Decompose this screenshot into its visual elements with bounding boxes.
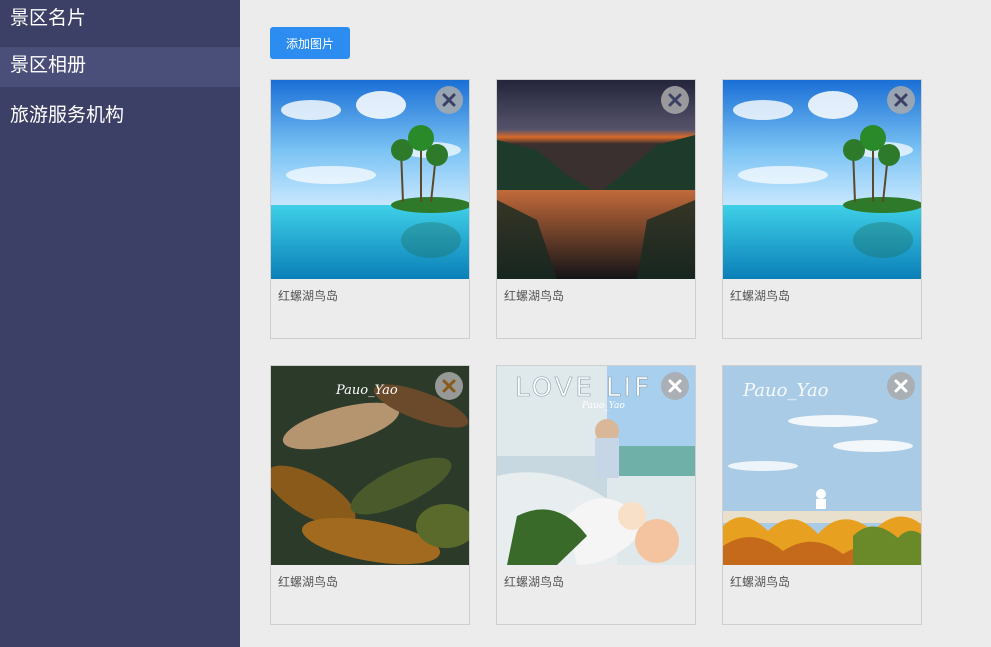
artwork-signature: Pauo_Yao — [742, 380, 829, 401]
delete-button[interactable] — [435, 372, 463, 400]
photo-card[interactable]: LOVE LIF Pauo_Yao 红螺湖鸟岛 — [496, 365, 696, 625]
sidebar-item-scenic-album[interactable]: 景区相册 — [0, 47, 240, 87]
sidebar-item-scenic-card[interactable]: 景区名片 — [0, 0, 240, 47]
sidebar-item-travel-service[interactable]: 旅游服务机构 — [0, 97, 240, 137]
photo-thumbnail[interactable]: Pauo_Yao — [271, 366, 469, 565]
photo-thumbnail[interactable] — [723, 80, 921, 279]
close-icon — [894, 379, 908, 393]
photo-caption: 红螺湖鸟岛 — [504, 575, 565, 589]
photo-caption: 红螺湖鸟岛 — [278, 289, 339, 303]
close-icon — [668, 379, 682, 393]
delete-button[interactable] — [887, 372, 915, 400]
photo-thumbnail[interactable]: LOVE LIF Pauo_Yao — [497, 366, 695, 565]
main-content: 添加图片 红螺湖鸟岛 红螺湖鸟岛 红螺湖鸟岛 Pauo_Yao 红螺湖鸟岛 LO… — [240, 0, 991, 647]
close-icon — [894, 93, 908, 107]
photo-caption: 红螺湖鸟岛 — [278, 575, 339, 589]
photo-caption: 红螺湖鸟岛 — [730, 289, 791, 303]
photo-thumbnail[interactable] — [497, 80, 695, 279]
close-icon — [442, 379, 456, 393]
photo-card[interactable]: Pauo_Yao 红螺湖鸟岛 — [722, 365, 922, 625]
photo-card[interactable]: Pauo_Yao 红螺湖鸟岛 — [270, 365, 470, 625]
artwork-title: LOVE LIF — [515, 373, 652, 403]
close-icon — [442, 93, 456, 107]
artwork-signature: Pauo_Yao — [335, 383, 398, 398]
photo-card[interactable]: 红螺湖鸟岛 — [722, 79, 922, 339]
add-image-button[interactable]: 添加图片 — [270, 27, 350, 59]
photo-caption: 红螺湖鸟岛 — [730, 575, 791, 589]
sidebar: 景区名片 景区相册 旅游服务机构 — [0, 0, 240, 647]
delete-button[interactable] — [661, 86, 689, 114]
close-icon — [668, 93, 682, 107]
photo-thumbnail[interactable] — [271, 80, 469, 279]
artwork-signature: Pauo_Yao — [581, 401, 625, 411]
photo-card[interactable]: 红螺湖鸟岛 — [270, 79, 470, 339]
delete-button[interactable] — [661, 372, 689, 400]
delete-button[interactable] — [887, 86, 915, 114]
photo-card[interactable]: 红螺湖鸟岛 — [496, 79, 696, 339]
photo-caption: 红螺湖鸟岛 — [504, 289, 565, 303]
photo-thumbnail[interactable]: Pauo_Yao — [723, 366, 921, 565]
delete-button[interactable] — [435, 86, 463, 114]
